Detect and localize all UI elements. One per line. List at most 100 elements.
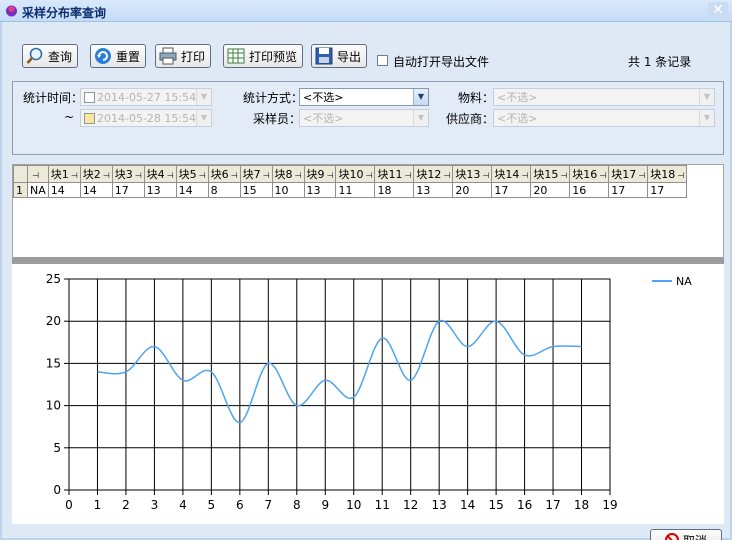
chevron-down-icon[interactable]: ▼ bbox=[413, 110, 428, 126]
x-tick-label: 14 bbox=[460, 498, 475, 512]
column-header[interactable]: 块16 ⊣ bbox=[569, 165, 610, 183]
line-chart: 0 1 2 3 4 5 6 7 8 9 10 11 12 13 14 15 16 17 18 190510152025… bbox=[46, 272, 693, 512]
column-grip-icon[interactable]: ⊣ bbox=[638, 171, 645, 180]
column-header-label: 块9 bbox=[306, 168, 325, 181]
column-header[interactable]: 块8 ⊣ bbox=[271, 165, 305, 183]
end-time-picker[interactable]: 2014-05-28 15:54:47 ▼ bbox=[80, 109, 212, 127]
column-header[interactable]: 块1 ⊣ bbox=[47, 165, 81, 183]
table-row[interactable]: 1 NA 14 14 17 13 14 8 15 10 13 11 18 13 20 17 20 16 17 17 bbox=[13, 182, 688, 198]
column-grip-icon[interactable]: ⊣ bbox=[71, 171, 78, 180]
column-header[interactable]: 块6 ⊣ bbox=[207, 165, 241, 183]
column-header[interactable]: 块9 ⊣ bbox=[303, 165, 337, 183]
column-header[interactable]: 块5 ⊣ bbox=[175, 165, 209, 183]
column-grip-icon[interactable]: ⊣ bbox=[32, 171, 39, 180]
print-button[interactable]: 打印 bbox=[155, 44, 212, 68]
legend-label: NA bbox=[676, 275, 692, 288]
column-header[interactable]: 块18 ⊣ bbox=[647, 165, 688, 183]
x-tick-label: 1 bbox=[94, 498, 102, 512]
supplier-select[interactable]: <不选> ▼ bbox=[493, 109, 715, 127]
x-tick-label: 10 bbox=[346, 498, 361, 512]
column-grip-icon[interactable]: ⊣ bbox=[103, 171, 110, 180]
query-label: 查询 bbox=[48, 49, 73, 64]
filter-panel: 统计时间： 2014-05-27 15:54:47 ▼ ~ 2014-05-28… bbox=[12, 81, 724, 155]
plot-area bbox=[68, 278, 611, 491]
export-button[interactable]: 导出 bbox=[311, 44, 368, 68]
chevron-down-icon[interactable]: ▼ bbox=[413, 89, 428, 105]
column-header[interactable]: 块12 ⊣ bbox=[413, 165, 454, 183]
column-grip-icon[interactable]: ⊣ bbox=[599, 171, 606, 180]
column-header-label: 块13 bbox=[455, 168, 481, 181]
material-select[interactable]: <不选> ▼ bbox=[493, 88, 715, 106]
column-header[interactable]: 块2 ⊣ bbox=[79, 165, 113, 183]
column-grip-icon[interactable]: ⊣ bbox=[404, 171, 411, 180]
column-header[interactable]: 块4 ⊣ bbox=[143, 165, 177, 183]
table-cell: 13 bbox=[413, 182, 454, 198]
y-tick-label: 25 bbox=[46, 272, 61, 286]
column-header-label: 块8 bbox=[274, 168, 293, 181]
column-grip-icon[interactable]: ⊣ bbox=[443, 171, 450, 180]
column-header[interactable]: 块7 ⊣ bbox=[239, 165, 273, 183]
start-time-picker[interactable]: 2014-05-27 15:54:47 ▼ bbox=[80, 88, 212, 106]
column-header[interactable]: 块10 ⊣ bbox=[335, 165, 376, 183]
x-tick-label: 16 bbox=[517, 498, 532, 512]
table-cell: 10 bbox=[271, 182, 305, 198]
chevron-down-icon[interactable]: ▼ bbox=[196, 110, 211, 126]
column-grip-icon[interactable]: ⊣ bbox=[167, 171, 174, 180]
column-grip-icon[interactable]: ⊣ bbox=[677, 171, 684, 180]
sampler-value: <不选> bbox=[303, 112, 344, 125]
time-label: 统计时间： bbox=[23, 91, 84, 105]
column-header[interactable]: 块3 ⊣ bbox=[111, 165, 145, 183]
x-tick-label: 11 bbox=[375, 498, 390, 512]
column-header[interactable]: 块14 ⊣ bbox=[491, 165, 532, 183]
material-value: <不选> bbox=[497, 91, 538, 104]
table-header-row: ⊣ 块1 ⊣ 块2 ⊣ 块3 ⊣ 块4 ⊣ 块5 ⊣ 块6 ⊣ 块7 ⊣ 块8 ⊣ 块9 ⊣ 块10 ⊣ 块11 ⊣ 块12 ⊣… bbox=[13, 165, 688, 183]
column-header-label: 块17 bbox=[611, 168, 637, 181]
column-grip-icon[interactable]: ⊣ bbox=[199, 171, 206, 180]
record-count: 共 1 条记录 bbox=[628, 55, 692, 69]
column-header[interactable]: 块15 ⊣ bbox=[530, 165, 571, 183]
table-cell: 17 bbox=[491, 182, 532, 198]
x-tick-label: 9 bbox=[321, 498, 329, 512]
data-grid[interactable]: ⊣ 块1 ⊣ 块2 ⊣ 块3 ⊣ 块4 ⊣ 块5 ⊣ 块6 ⊣ 块7 ⊣ 块8 ⊣ 块9 ⊣ 块10 ⊣ 块11 ⊣ 块12 ⊣… bbox=[12, 164, 724, 258]
column-grip-icon[interactable]: ⊣ bbox=[521, 171, 528, 180]
column-grip-icon[interactable]: ⊣ bbox=[295, 171, 302, 180]
end-time-checkbox[interactable] bbox=[84, 112, 95, 124]
method-label: 统计方式： bbox=[243, 91, 304, 105]
column-header[interactable]: 块11 ⊣ bbox=[374, 165, 415, 183]
chevron-down-icon[interactable]: ▼ bbox=[699, 89, 714, 105]
data-table: ⊣ 块1 ⊣ 块2 ⊣ 块3 ⊣ 块4 ⊣ 块5 ⊣ 块6 ⊣ 块7 ⊣ 块8 ⊣ 块9 ⊣ 块10 ⊣ 块11 ⊣ 块12 ⊣… bbox=[13, 165, 688, 198]
sampler-select[interactable]: <不选> ▼ bbox=[299, 109, 429, 127]
table-cell: 14 bbox=[175, 182, 209, 198]
reset-button[interactable]: 重置 bbox=[90, 44, 147, 68]
column-grip-icon[interactable]: ⊣ bbox=[231, 171, 238, 180]
column-header-label: 块4 bbox=[146, 168, 165, 181]
chevron-down-icon[interactable]: ▼ bbox=[699, 110, 714, 126]
x-tick-label: 5 bbox=[208, 498, 216, 512]
column-header[interactable]: ⊣ bbox=[27, 165, 49, 183]
column-header[interactable]: 块17 ⊣ bbox=[608, 165, 649, 183]
auto-open-checkbox[interactable] bbox=[377, 55, 388, 66]
query-button[interactable]: 查询 bbox=[22, 44, 79, 68]
method-select[interactable]: <不选> ▼ bbox=[299, 88, 429, 106]
cancel-icon bbox=[664, 533, 679, 540]
column-grip-icon[interactable]: ⊣ bbox=[327, 171, 334, 180]
chevron-down-icon[interactable]: ▼ bbox=[196, 89, 211, 105]
column-grip-icon[interactable]: ⊣ bbox=[365, 171, 372, 180]
column-grip-icon[interactable]: ⊣ bbox=[263, 171, 270, 180]
column-grip-icon[interactable]: ⊣ bbox=[560, 171, 567, 180]
start-time-checkbox[interactable] bbox=[84, 91, 95, 103]
x-tick-label: 7 bbox=[264, 498, 272, 512]
column-grip-icon[interactable]: ⊣ bbox=[482, 171, 489, 180]
close-button[interactable]: ✕ bbox=[708, 2, 728, 19]
method-value: <不选> bbox=[303, 91, 344, 104]
column-grip-icon[interactable]: ⊣ bbox=[135, 171, 142, 180]
column-header[interactable]: 块13 ⊣ bbox=[452, 165, 493, 183]
x-tick-label: 2 bbox=[122, 498, 130, 512]
print-preview-button[interactable]: 打印预览 bbox=[223, 44, 304, 68]
window-title: 采样分布率查询 bbox=[22, 6, 107, 20]
column-header-label: 块10 bbox=[338, 168, 364, 181]
row-number-header bbox=[13, 165, 28, 183]
x-tick-label: 15 bbox=[488, 498, 503, 512]
cancel-button[interactable]: 取消 bbox=[650, 529, 722, 540]
splitter-bar[interactable] bbox=[12, 257, 724, 264]
